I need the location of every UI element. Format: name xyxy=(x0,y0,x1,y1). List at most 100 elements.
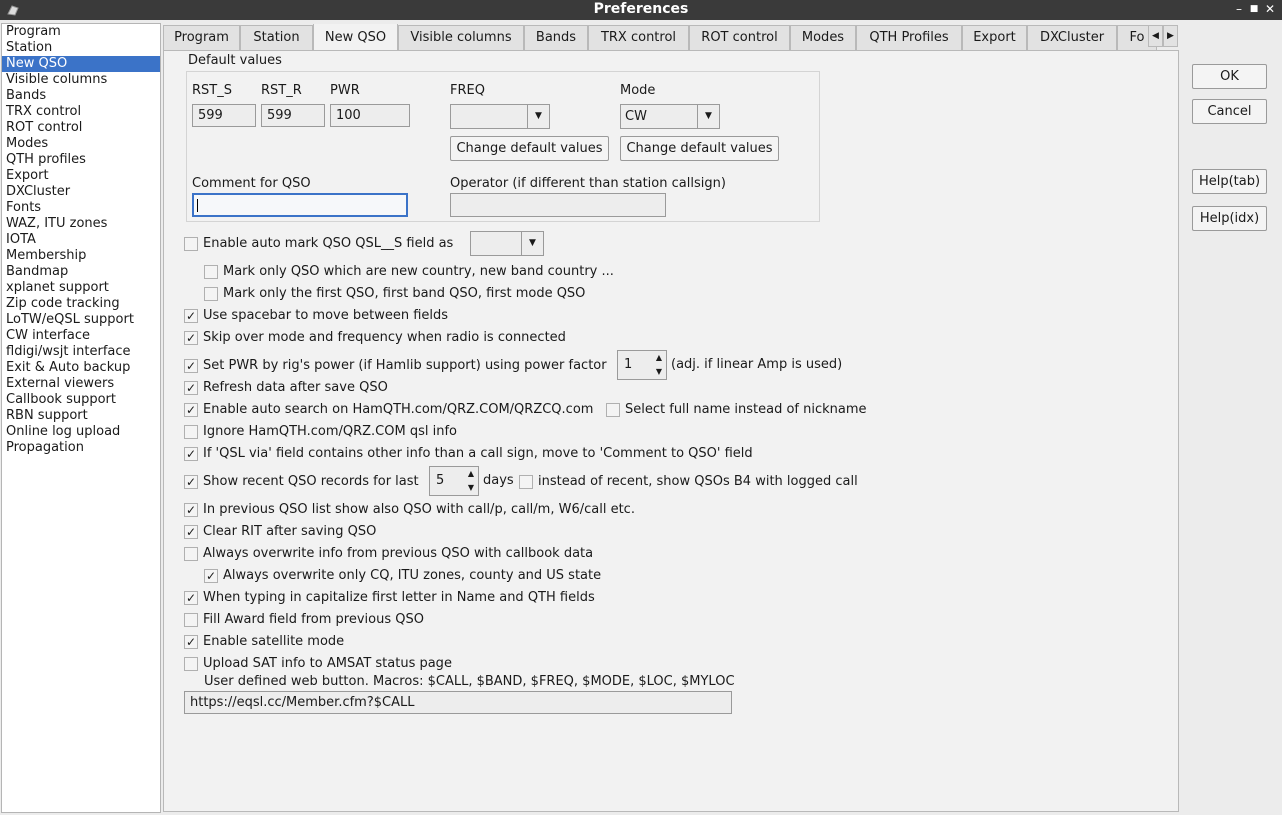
sidebar-item-new-qso[interactable]: New QSO xyxy=(2,56,160,72)
tab-scroll-left-icon[interactable]: ◀ xyxy=(1148,25,1163,47)
sidebar-item-qth-profiles[interactable]: QTH profiles xyxy=(2,152,160,168)
mode-combo-value: CW xyxy=(625,109,647,124)
refresh-checkbox[interactable]: ✓ xyxy=(184,381,198,395)
sidebar-item-external-viewers[interactable]: External viewers xyxy=(2,376,160,392)
tab-station[interactable]: Station xyxy=(240,25,313,50)
sidebar-item-waz-itu[interactable]: WAZ, ITU zones xyxy=(2,216,160,232)
sidebar-item-export[interactable]: Export xyxy=(2,168,160,184)
capitalize-checkbox[interactable]: ✓ xyxy=(184,591,198,605)
prev-list-label: In previous QSO list show also QSO with … xyxy=(203,502,635,517)
sidebar-item-rot-control[interactable]: ROT control xyxy=(2,120,160,136)
sidebar-item-dxcluster[interactable]: DXCluster xyxy=(2,184,160,200)
auto-mark-checkbox[interactable] xyxy=(184,237,198,251)
sidebar-item-cw-interface[interactable]: CW interface xyxy=(2,328,160,344)
sidebar-item-callbook[interactable]: Callbook support xyxy=(2,392,160,408)
sidebar-item-program[interactable]: Program xyxy=(2,24,160,40)
rst-r-field[interactable]: 599 xyxy=(261,104,325,127)
mark-new-country-checkbox[interactable] xyxy=(204,265,218,279)
sidebar-item-rbn[interactable]: RBN support xyxy=(2,408,160,424)
auto-mark-combo[interactable]: ▼ xyxy=(470,231,544,256)
ignore-qsl-label: Ignore HamQTH.com/QRZ.COM qsl info xyxy=(203,424,457,439)
tab-scroll-right-icon[interactable]: ▶ xyxy=(1163,25,1178,47)
change-mode-default-button[interactable]: Change default values xyxy=(620,136,779,161)
tab-visible-columns[interactable]: Visible columns xyxy=(398,25,524,50)
web-button-url-field[interactable]: https://eqsl.cc/Member.cfm?$CALL xyxy=(184,691,732,714)
close-button[interactable]: ✕ xyxy=(1263,1,1277,17)
rst-s-field[interactable]: 599 xyxy=(192,104,256,127)
full-name-checkbox[interactable] xyxy=(606,403,620,417)
spin-arrows-icon[interactable]: ▲ ▼ xyxy=(464,467,478,495)
mark-new-country-label: Mark only QSO which are new country, new… xyxy=(223,264,614,279)
pwr-field[interactable]: 100 xyxy=(330,104,410,127)
overwrite-checkbox[interactable] xyxy=(184,547,198,561)
spin-up-icon[interactable]: ▲ xyxy=(656,353,662,362)
sidebar-item-zip-code[interactable]: Zip code tracking xyxy=(2,296,160,312)
qsl-via-checkbox[interactable]: ✓ xyxy=(184,447,198,461)
operator-field[interactable] xyxy=(450,193,666,217)
sidebar-item-membership[interactable]: Membership xyxy=(2,248,160,264)
sidebar-item-online-log[interactable]: Online log upload xyxy=(2,424,160,440)
spin-arrows-icon[interactable]: ▲ ▼ xyxy=(652,351,666,379)
tab-new-qso[interactable]: New QSO xyxy=(313,24,398,50)
operator-label: Operator (if different than station call… xyxy=(450,176,726,191)
freq-combo[interactable]: ▼ xyxy=(450,104,550,129)
sidebar-item-iota[interactable]: IOTA xyxy=(2,232,160,248)
rst-r-label: RST_R xyxy=(261,83,302,98)
upload-sat-checkbox[interactable] xyxy=(184,657,198,671)
sidebar-item-bands[interactable]: Bands xyxy=(2,88,160,104)
sidebar-item-fldigi-wsjt[interactable]: fldigi/wsjt interface xyxy=(2,344,160,360)
prev-list-checkbox[interactable]: ✓ xyxy=(184,503,198,517)
overwrite-only-checkbox[interactable]: ✓ xyxy=(204,569,218,583)
tab-trx-control[interactable]: TRX control xyxy=(588,25,689,50)
spin-down-icon[interactable]: ▼ xyxy=(656,367,662,376)
sidebar-item-visible-columns[interactable]: Visible columns xyxy=(2,72,160,88)
instead-recent-checkbox[interactable] xyxy=(519,475,533,489)
sidebar-item-xplanet[interactable]: xplanet support xyxy=(2,280,160,296)
tab-dxcluster[interactable]: DXCluster xyxy=(1027,25,1117,50)
qsl-via-label: If 'QSL via' field contains other info t… xyxy=(203,446,753,461)
sidebar-item-bandmap[interactable]: Bandmap xyxy=(2,264,160,280)
clear-rit-checkbox[interactable]: ✓ xyxy=(184,525,198,539)
sidebar-list[interactable]: Program Station New QSO Visible columns … xyxy=(1,23,161,813)
maximize-button[interactable]: ■ xyxy=(1247,1,1261,17)
help-idx-button[interactable]: Help(idx) xyxy=(1192,206,1267,231)
tab-bands[interactable]: Bands xyxy=(524,25,588,50)
sidebar-item-modes[interactable]: Modes xyxy=(2,136,160,152)
recent-days-spinbox[interactable]: 5 ▲ ▼ xyxy=(429,466,479,496)
set-pwr-checkbox[interactable]: ✓ xyxy=(184,359,198,373)
show-recent-checkbox[interactable]: ✓ xyxy=(184,475,198,489)
ok-button[interactable]: OK xyxy=(1192,64,1267,89)
rst-s-label: RST_S xyxy=(192,83,232,98)
spin-down-icon[interactable]: ▼ xyxy=(468,483,474,492)
tab-modes[interactable]: Modes xyxy=(790,25,856,50)
tab-program[interactable]: Program xyxy=(163,25,240,50)
ignore-qsl-checkbox[interactable] xyxy=(184,425,198,439)
sidebar-item-propagation[interactable]: Propagation xyxy=(2,440,160,456)
tab-rot-control[interactable]: ROT control xyxy=(689,25,790,50)
minimize-button[interactable]: – xyxy=(1232,1,1246,17)
spacebar-checkbox[interactable]: ✓ xyxy=(184,309,198,323)
change-freq-default-button[interactable]: Change default values xyxy=(450,136,609,161)
chevron-down-icon: ▼ xyxy=(697,105,719,128)
tab-export[interactable]: Export xyxy=(962,25,1027,50)
mark-first-checkbox[interactable] xyxy=(204,287,218,301)
cancel-button[interactable]: Cancel xyxy=(1192,99,1267,124)
auto-search-checkbox[interactable]: ✓ xyxy=(184,403,198,417)
sidebar-item-fonts[interactable]: Fonts xyxy=(2,200,160,216)
comment-field[interactable] xyxy=(192,193,408,217)
mode-combo[interactable]: CW ▼ xyxy=(620,104,720,129)
sidebar-item-exit-backup[interactable]: Exit & Auto backup xyxy=(2,360,160,376)
spacebar-label: Use spacebar to move between fields xyxy=(203,308,449,323)
tab-qth-profiles[interactable]: QTH Profiles xyxy=(856,25,962,50)
help-tab-button[interactable]: Help(tab) xyxy=(1192,169,1267,194)
power-factor-spinbox[interactable]: 1 ▲ ▼ xyxy=(617,350,667,380)
sidebar-item-station[interactable]: Station xyxy=(2,40,160,56)
sidebar-item-trx-control[interactable]: TRX control xyxy=(2,104,160,120)
sidebar-item-lotw-eqsl[interactable]: LoTW/eQSL support xyxy=(2,312,160,328)
skip-mode-checkbox[interactable]: ✓ xyxy=(184,331,198,345)
fill-award-checkbox[interactable] xyxy=(184,613,198,627)
spin-up-icon[interactable]: ▲ xyxy=(468,469,474,478)
upload-sat-label: Upload SAT info to AMSAT status page xyxy=(203,656,452,671)
recent-days-value: 5 xyxy=(436,473,445,488)
satellite-checkbox[interactable]: ✓ xyxy=(184,635,198,649)
